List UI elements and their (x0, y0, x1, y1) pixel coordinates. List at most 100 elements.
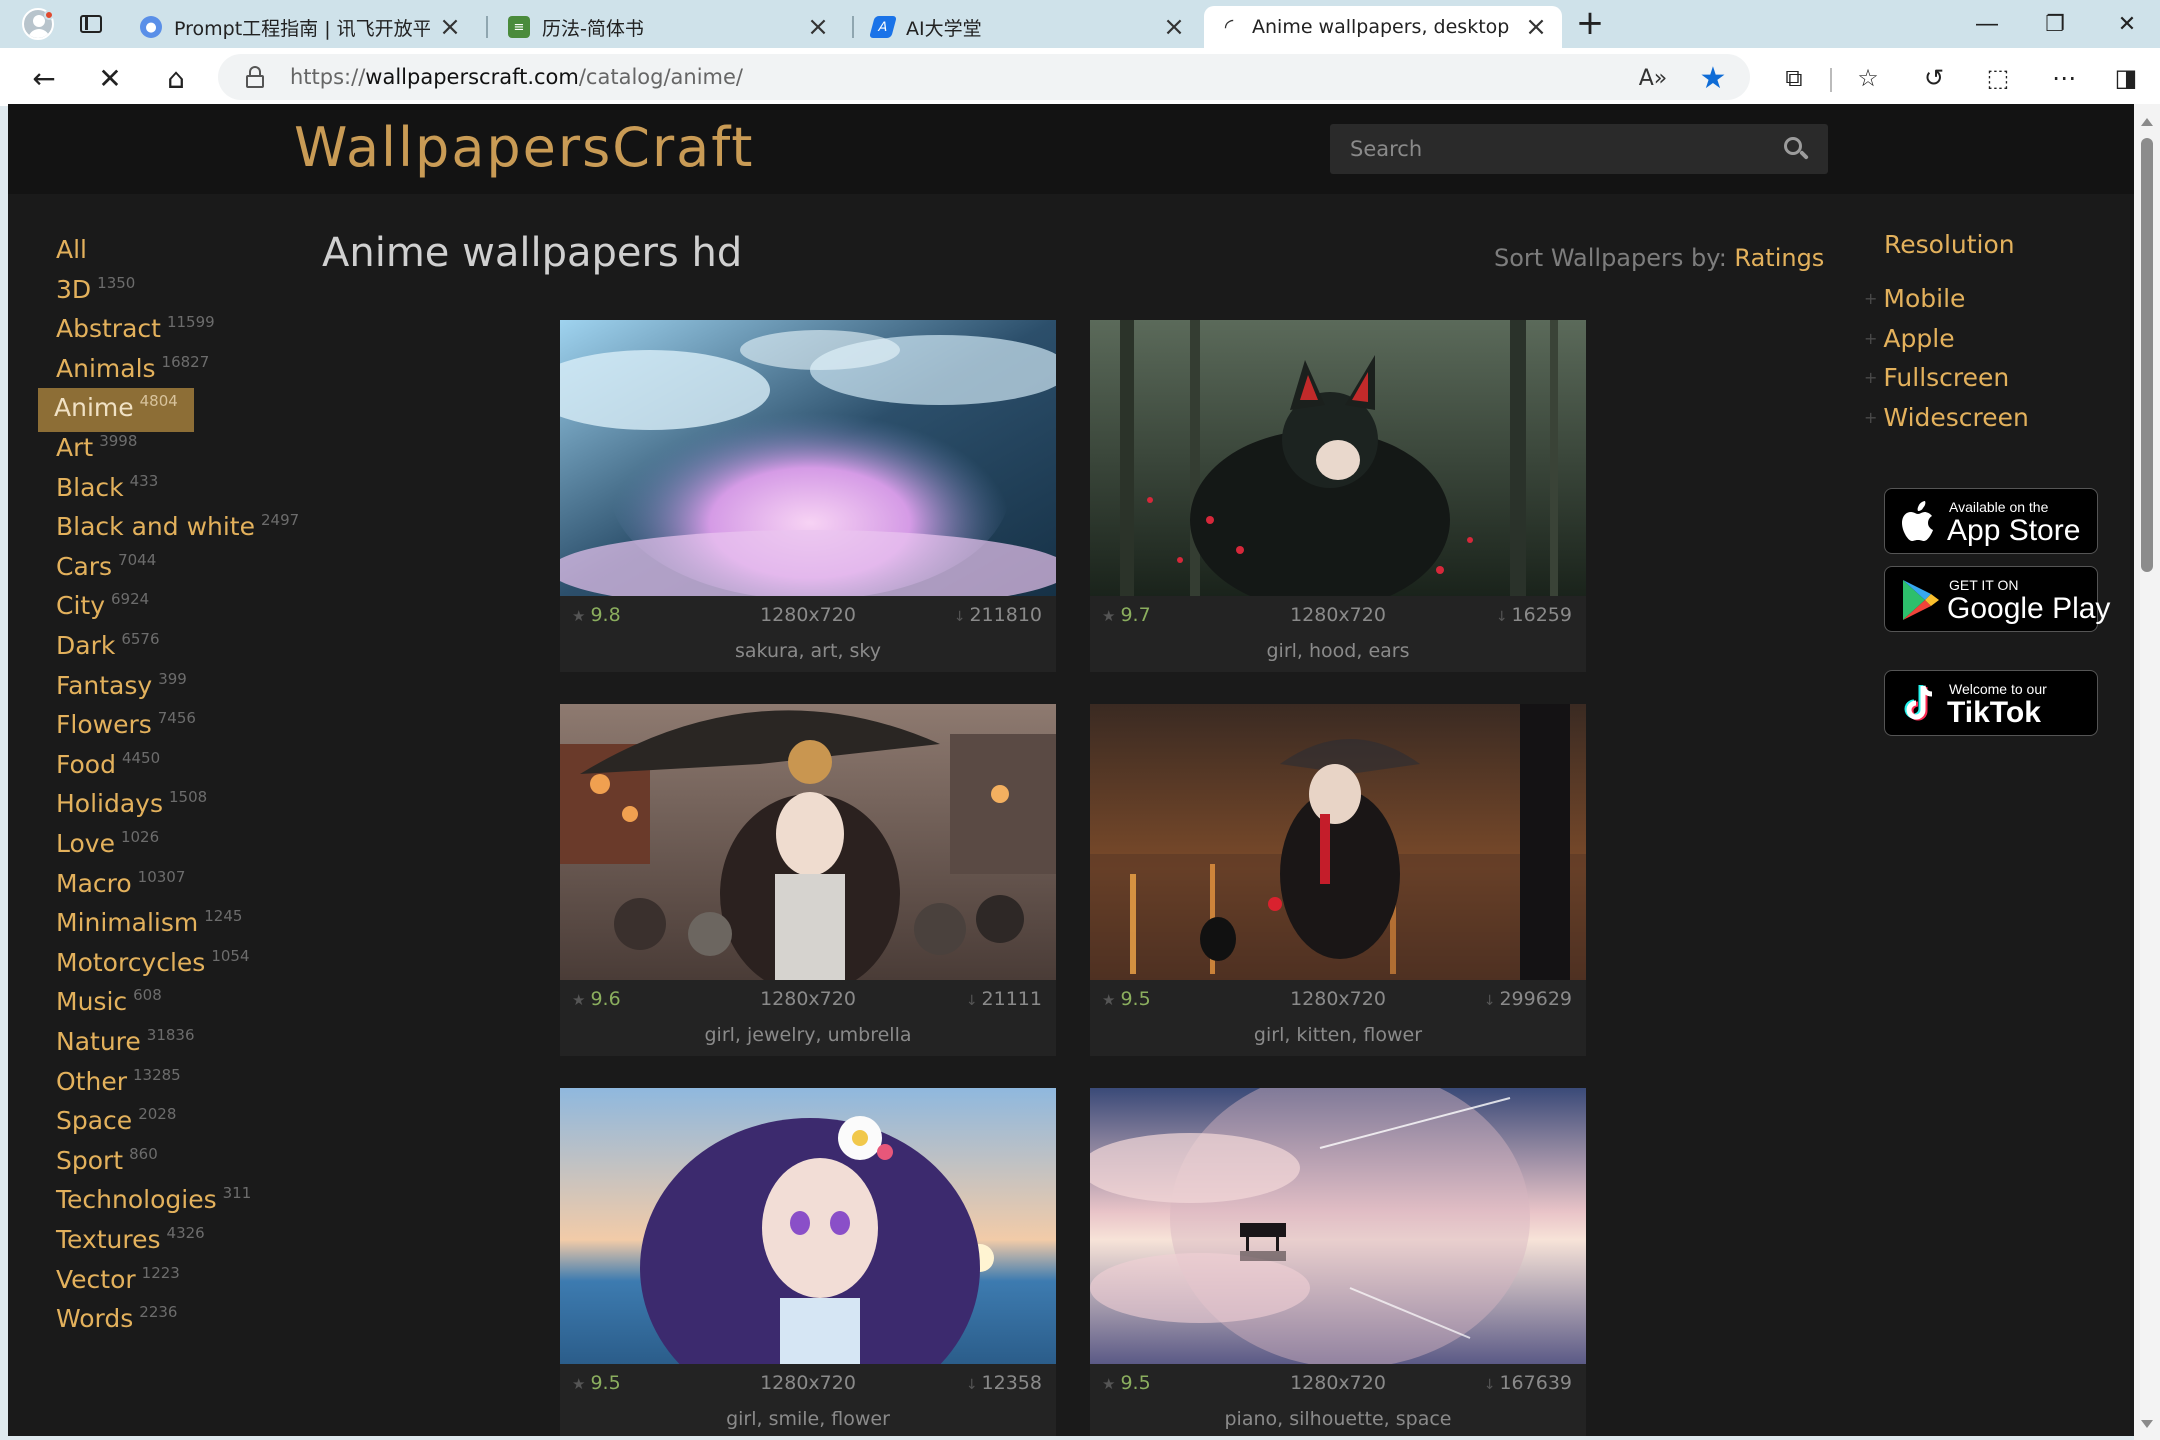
category-item[interactable]: City 6924 (40, 586, 165, 630)
wallpaper-card[interactable]: 1280x720 ★ 9.8 ↓ 211810 sakura, art, sky (560, 320, 1056, 672)
address-bar[interactable]: https://wallpaperscraft.com/catalog/anim… (218, 54, 1750, 100)
wallpaper-thumbnail[interactable] (1090, 1088, 1586, 1364)
wallpaper-card[interactable]: 1280x720 ★ 9.5 ↓ 167639 piano, silhouette,… (1090, 1088, 1586, 1436)
category-item[interactable]: 3D 1350 (40, 270, 151, 314)
lock-icon[interactable] (246, 66, 264, 88)
category-item[interactable]: Macro 10307 (40, 864, 201, 908)
page-viewport: WallpapersCraft All 3D1350 Abstract11599… (8, 104, 2134, 1436)
category-item[interactable]: Music 608 (40, 982, 178, 1026)
resolution-link-apple[interactable]: + Apple (1864, 324, 1955, 353)
tiktok-badge[interactable]: Welcome to our TikTok (1884, 670, 2098, 736)
category-item[interactable]: Black and white 2497 (40, 507, 315, 551)
url-text[interactable]: https://wallpaperscraft.com/catalog/anim… (290, 65, 743, 89)
category-item[interactable]: Other 13285 (40, 1062, 197, 1106)
search-input[interactable] (1330, 124, 1770, 174)
category-item[interactable]: Vector 1223 (40, 1260, 196, 1304)
extensions-icon[interactable]: ⧉ (1776, 61, 1812, 95)
google-play-icon (1903, 580, 1939, 620)
tab-close-button[interactable]: × (806, 14, 830, 40)
category-item[interactable]: Flowers 7456 (40, 705, 212, 749)
wallpaper-tags[interactable]: sakura, art, sky (560, 634, 1056, 668)
category-item[interactable]: Animals 16827 (40, 349, 225, 393)
browser-tab-1[interactable]: ● Prompt工程指南 | 讯飞开放平台 × (126, 6, 476, 48)
resolution-link-fullscreen[interactable]: + Fullscreen (1864, 363, 2009, 392)
download-count: ↓ 12358 (965, 1372, 1042, 1394)
profile-avatar-button[interactable] (14, 6, 62, 42)
category-item[interactable]: Food 4450 (40, 745, 176, 789)
category-item[interactable]: Cars 7044 (40, 547, 172, 591)
category-item[interactable]: Nature 31836 (40, 1022, 211, 1066)
category-item[interactable]: Motorcycles 1054 (40, 943, 266, 987)
category-item-active[interactable]: Anime 4804 (38, 388, 194, 433)
wallpaper-tags[interactable]: girl, smile, flower (560, 1402, 1056, 1436)
site-logo[interactable]: WallpapersCraft (294, 118, 754, 178)
resolution-link-mobile[interactable]: + Mobile (1864, 284, 1965, 313)
category-item[interactable]: Dark 6576 (40, 626, 176, 670)
apple-logo-icon (1902, 501, 1933, 541)
category-item[interactable]: Minimalism 1245 (40, 903, 258, 947)
category-item[interactable]: Abstract 11599 (40, 309, 231, 353)
wallpaper-thumbnail[interactable] (560, 1088, 1056, 1364)
star-icon: ★ (1102, 991, 1116, 1009)
wallpaper-card[interactable]: 1280x720 ★ 9.5 ↓ 12358 girl, smile, flower (560, 1088, 1056, 1436)
category-item[interactable]: Fantasy 399 (40, 666, 203, 710)
download-arrow-icon: ↓ (953, 609, 966, 625)
favorite-star-icon[interactable]: ★ (1698, 61, 1728, 96)
browser-toolbar: ← ✕ ⌂ https://wallpaperscraft.com/catalo… (0, 48, 2160, 106)
resolution-heading[interactable]: Resolution (1884, 230, 2015, 259)
category-item[interactable]: Space 2028 (40, 1101, 192, 1145)
wallpaper-tags[interactable]: girl, hood, ears (1090, 634, 1586, 668)
download-count: ↓ 211810 (953, 604, 1042, 626)
minimize-button[interactable]: ― (1954, 0, 2020, 48)
browser-tab-3[interactable]: A AI大学堂 × (858, 6, 1200, 48)
new-tab-button[interactable]: + (1572, 6, 1608, 42)
category-item[interactable]: Words 2236 (40, 1299, 193, 1343)
stop-loading-button[interactable]: ✕ (88, 56, 132, 100)
category-item[interactable]: Technologies 311 (40, 1180, 267, 1224)
tiktok-logo-icon (1904, 685, 1933, 721)
back-button[interactable]: ← (22, 56, 66, 100)
wallpaper-card[interactable]: 1280x720 ★ 9.7 ↓ 16259 girl, hood, ears (1090, 320, 1586, 672)
home-button[interactable]: ⌂ (154, 56, 198, 100)
category-item[interactable]: Black 433 (40, 468, 174, 512)
tab-close-button[interactable]: × (438, 14, 462, 40)
wallpaper-thumbnail[interactable] (1090, 320, 1586, 596)
resolution-link-widescreen[interactable]: + Widescreen (1864, 403, 2029, 432)
tab-close-button[interactable]: × (1162, 14, 1186, 40)
history-icon[interactable]: ↺ (1916, 61, 1952, 95)
wallpaper-thumbnail[interactable] (560, 320, 1056, 596)
sort-value-link[interactable]: Ratings (1734, 244, 1824, 272)
wallpaper-tags[interactable]: piano, silhouette, space (1090, 1402, 1586, 1436)
browser-tab-active[interactable]: ◜ Anime wallpapers, desktop backgr × (1204, 6, 1562, 48)
page-scrollbar[interactable] (2134, 104, 2160, 1440)
read-aloud-icon[interactable]: A» (1638, 63, 1668, 93)
scroll-up-arrow-icon[interactable] (2141, 118, 2153, 126)
sidebar-toggle-icon[interactable]: ◨ (2108, 61, 2144, 95)
category-item[interactable]: Art 3998 (40, 428, 153, 472)
download-arrow-icon: ↓ (1483, 1377, 1496, 1393)
more-menu-icon[interactable]: ⋯ (2046, 61, 2082, 95)
app-store-badge[interactable]: Available on the App Store (1884, 488, 2098, 554)
wallpaper-tags[interactable]: girl, jewelry, umbrella (560, 1018, 1056, 1052)
scroll-down-arrow-icon[interactable] (2141, 1420, 2153, 1428)
search-icon[interactable] (1784, 137, 1809, 161)
screenshot-icon[interactable]: ⬚ (1980, 61, 2016, 95)
category-item[interactable]: Love 1026 (40, 824, 175, 868)
category-all[interactable]: All (40, 230, 103, 274)
wallpaper-thumbnail[interactable] (560, 704, 1056, 980)
category-item[interactable]: Sport 860 (40, 1141, 174, 1185)
wallpaper-card[interactable]: 1280x720 ★ 9.5 ↓ 299629 girl, kitten, flow… (1090, 704, 1586, 1056)
wallpaper-thumbnail[interactable] (1090, 704, 1586, 980)
wallpaper-tags[interactable]: girl, kitten, flower (1090, 1018, 1586, 1052)
favorites-icon[interactable]: ☆ (1850, 61, 1886, 95)
scrollbar-thumb[interactable] (2141, 138, 2153, 572)
tab-close-button[interactable]: × (1524, 14, 1548, 40)
wallpaper-card[interactable]: 1280x720 ★ 9.6 ↓ 21111 girl, jewelry, umbr… (560, 704, 1056, 1056)
category-item[interactable]: Textures 4326 (40, 1220, 221, 1264)
close-window-button[interactable]: ✕ (2094, 0, 2160, 48)
category-item[interactable]: Holidays 1508 (40, 784, 223, 828)
restore-button[interactable]: ❐ (2022, 0, 2088, 48)
tab-actions-icon[interactable] (76, 10, 106, 38)
google-play-badge[interactable]: GET IT ON Google Play (1884, 566, 2110, 632)
browser-tab-2[interactable]: ≡ 历法-简体书 × (494, 6, 844, 48)
